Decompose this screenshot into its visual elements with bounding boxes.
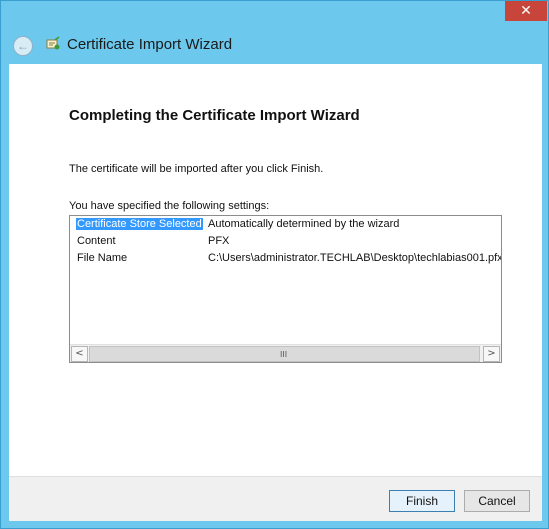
setting-name: Certificate Store Selected (76, 218, 203, 230)
certificate-icon (46, 36, 60, 50)
cancel-button[interactable]: Cancel (464, 490, 530, 512)
scroll-left-icon[interactable]: < (71, 346, 88, 362)
setting-value: PFX (208, 235, 230, 247)
intro-text: The certificate will be imported after y… (69, 163, 324, 175)
back-arrow-icon[interactable]: ← (13, 36, 33, 56)
settings-row[interactable]: File Name C:\Users\administrator.TECHLAB… (70, 250, 501, 267)
wizard-header: ← Certificate Import Wizard (1, 25, 549, 65)
settings-row[interactable]: Certificate Store Selected Automatically… (70, 216, 501, 233)
settings-label: You have specified the following setting… (69, 200, 270, 212)
scrollbar-thumb[interactable]: III (89, 346, 480, 362)
grip-icon: III (280, 350, 288, 359)
horizontal-scrollbar[interactable]: < III > (70, 344, 501, 362)
scroll-right-icon[interactable]: > (483, 346, 500, 362)
wizard-window: ✕ ← Certificate Import Wizard Completing… (0, 0, 549, 529)
page-heading: Completing the Certificate Import Wizard (69, 107, 360, 124)
settings-list[interactable]: Certificate Store Selected Automatically… (69, 215, 502, 363)
wizard-content: Completing the Certificate Import Wizard… (9, 64, 542, 476)
button-bar: Finish Cancel (9, 476, 542, 521)
setting-name: Content (77, 235, 116, 247)
finish-button[interactable]: Finish (389, 490, 455, 512)
window-title: Certificate Import Wizard (67, 36, 233, 53)
setting-name: File Name (77, 252, 128, 264)
setting-value: Automatically determined by the wizard (208, 218, 400, 230)
settings-row[interactable]: Content PFX (70, 233, 501, 250)
setting-value: C:\Users\administrator.TECHLAB\Desktop\t… (208, 252, 502, 264)
close-button[interactable]: ✕ (505, 1, 547, 21)
